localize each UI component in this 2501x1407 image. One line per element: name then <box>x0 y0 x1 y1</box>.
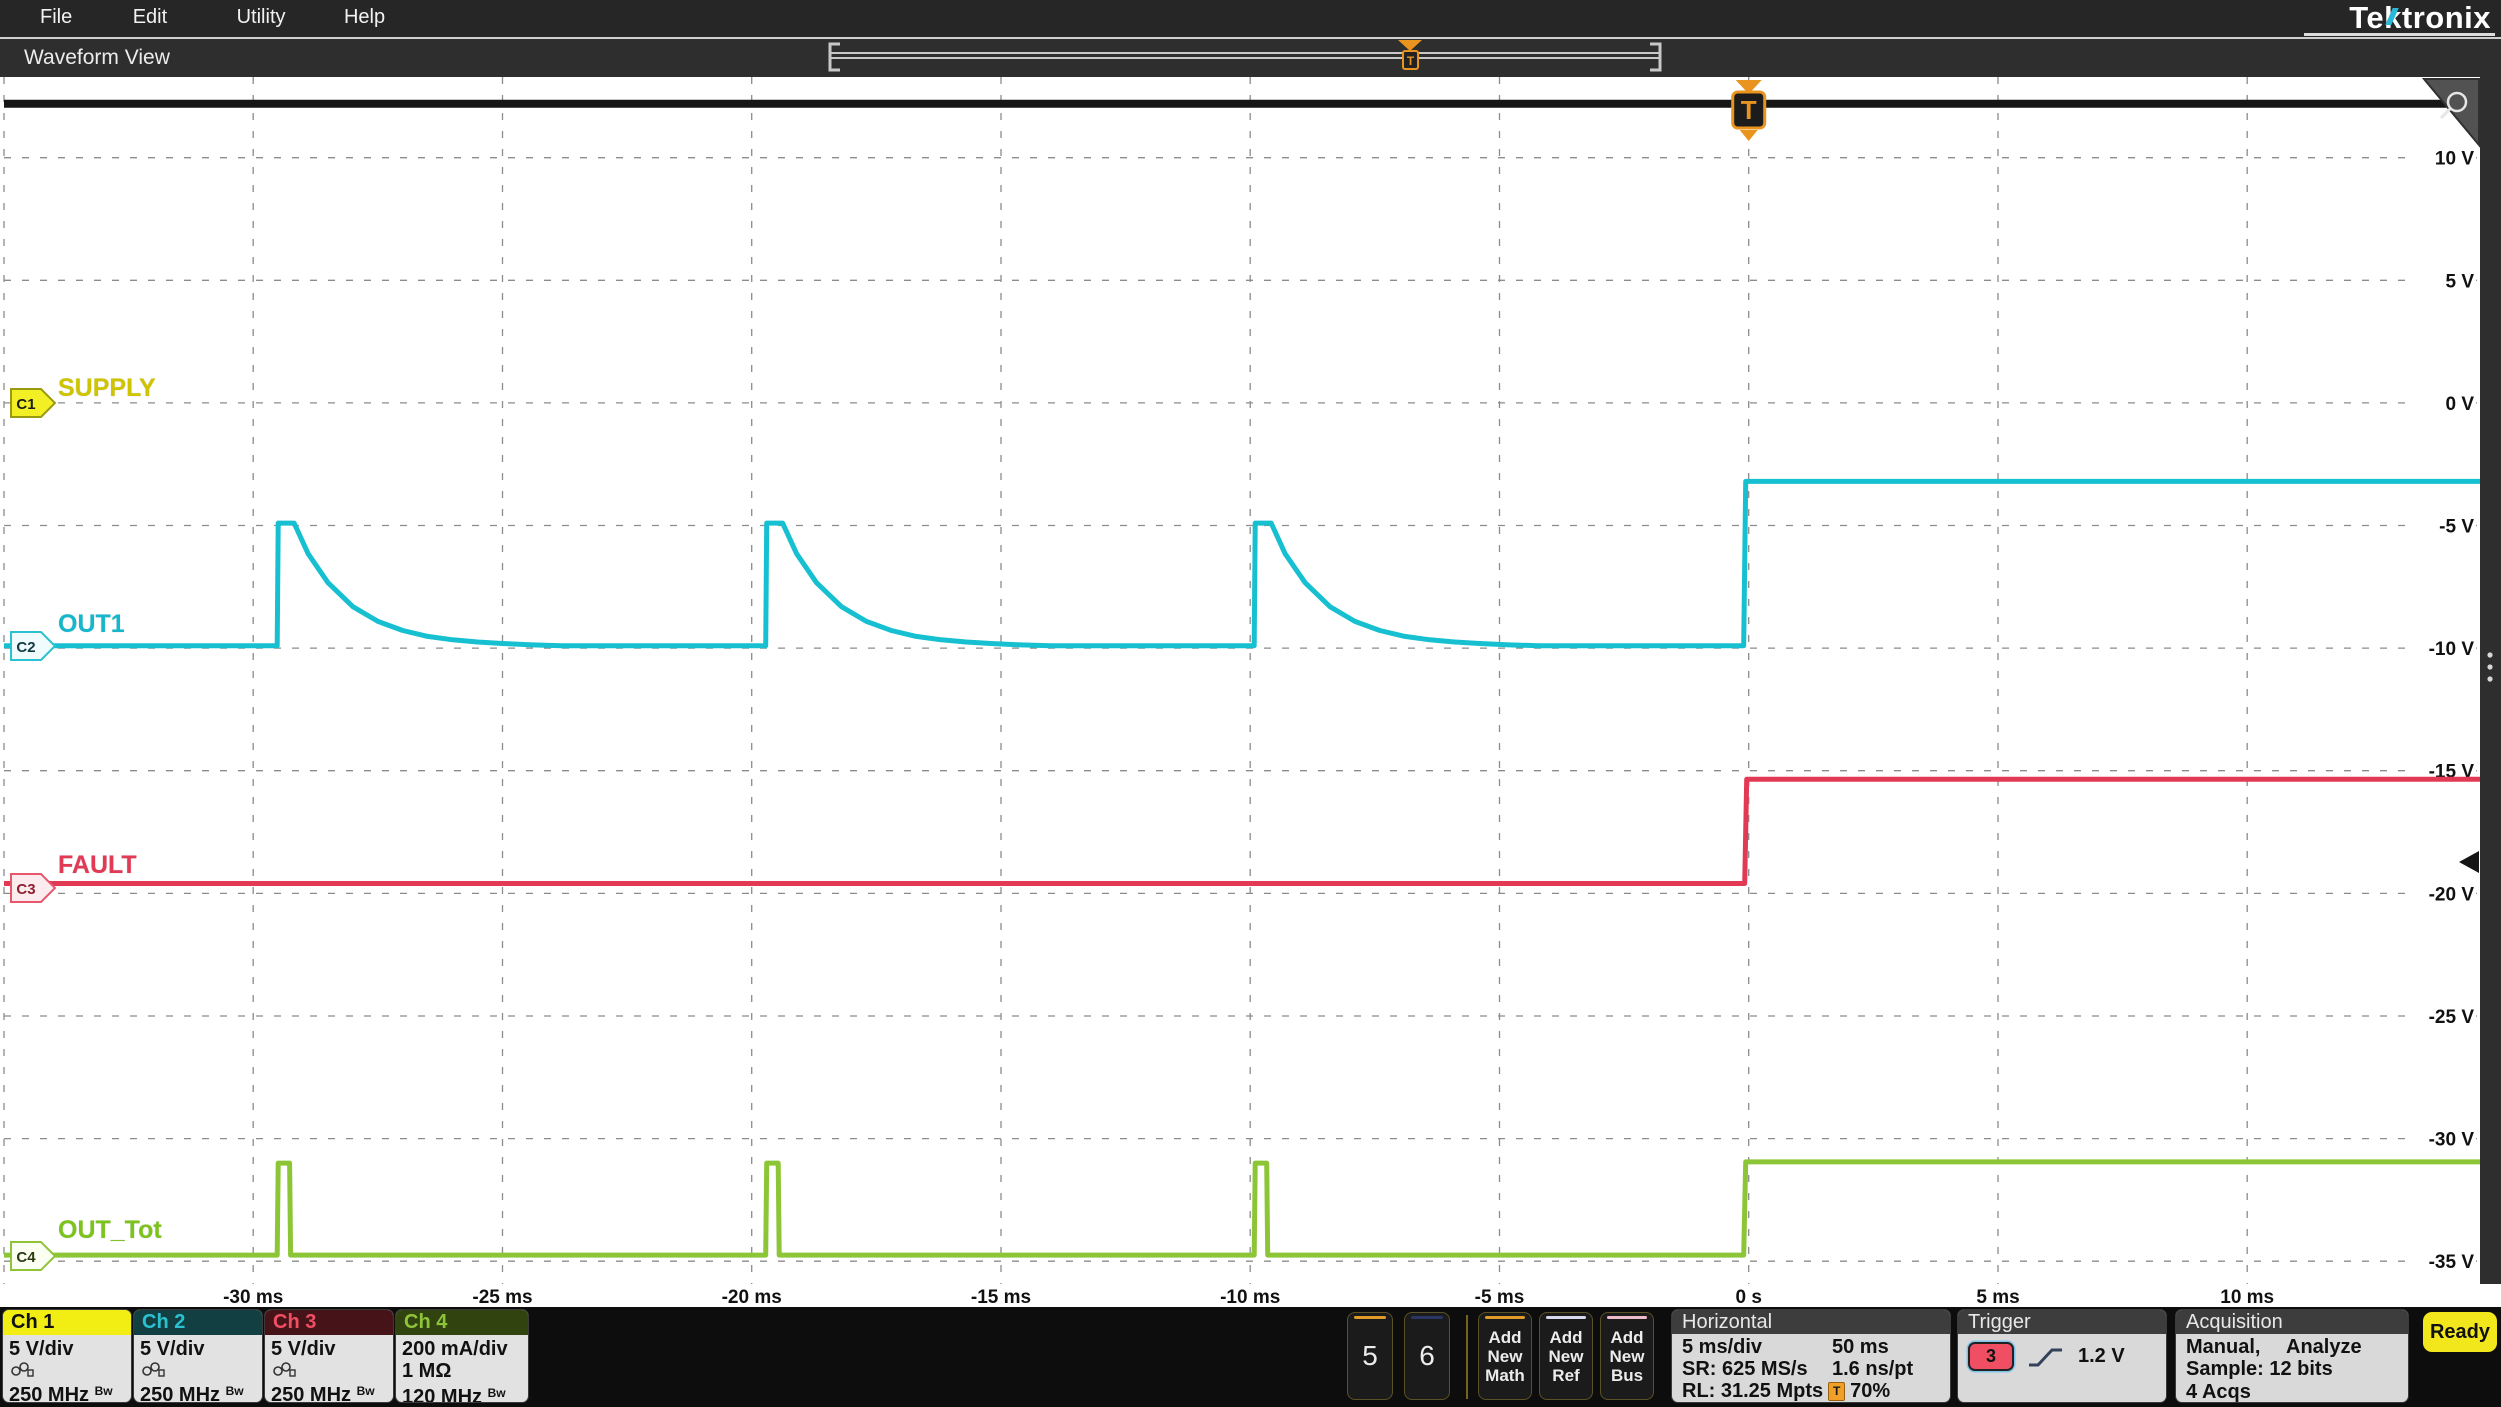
acquisition-panel[interactable]: Acquisition Manual,Analyze Sample: 12 bi… <box>2176 1310 2408 1402</box>
ch2-header: Ch 2 <box>134 1310 262 1335</box>
statusbar-divider <box>1466 1315 1468 1399</box>
add-new-ref-button[interactable]: Add New Ref <box>1539 1312 1593 1400</box>
channel-badge-c1[interactable]: C1 <box>10 388 56 418</box>
oscilloscope-app: File Edit Utility Help Tektronix Wavefor… <box>0 0 2501 1407</box>
svg-text:T: T <box>1407 54 1415 68</box>
acquisition-count: 4 Acqs <box>2186 1381 2398 1402</box>
time-axis-label: -10 ms <box>1220 1287 1280 1307</box>
ch3-scale: 5 V/div <box>271 1338 387 1360</box>
ch4-bandwidth: 120 MHz Bw <box>402 1382 522 1402</box>
right-scrollbar-handle[interactable] <box>2487 652 2492 681</box>
trigger-position-flag[interactable]: T <box>1733 80 1765 141</box>
waveform-plot: -30 ms -25 ms -20 ms -15 ms -10 ms -5 ms 0 s 5 … <box>0 77 2501 1307</box>
time-axis-label: 0 s <box>1735 1287 1761 1307</box>
menu-file[interactable]: File <box>40 6 72 29</box>
svg-text:C1: C1 <box>16 396 35 413</box>
rising-edge-icon <box>2028 1344 2064 1370</box>
status-bar: Ch 1 5 V/div 250 MHz Bw Ch 2 5 V/div 250… <box>0 1307 2501 1407</box>
probe-icon <box>140 1361 166 1377</box>
ch4-header: Ch 4 <box>396 1310 528 1335</box>
trigger-source-badge: 3 <box>1968 1342 2014 1371</box>
overview-trigger-marker[interactable]: T <box>1398 40 1422 69</box>
time-axis-label: -5 ms <box>1475 1287 1525 1307</box>
horizontal-panel[interactable]: Horizontal 5 ms/div50 ms SR: 625 MS/s1.6… <box>1672 1310 1950 1402</box>
voltage-axis-labels: 10 V5 V0 V-5 V-10 V-15 V-20 V-25 V-30 V-… <box>2412 146 2476 1274</box>
timeline-overview[interactable]: T <box>0 39 2501 77</box>
voltage-axis-label: -25 V <box>2429 1007 2475 1028</box>
trace-out_tot <box>4 1162 2480 1255</box>
tektronix-logo: Tektronix <box>2349 0 2491 36</box>
trigger-title: Trigger <box>1958 1310 2166 1334</box>
voltage-axis-label: -35 V <box>2429 1252 2475 1273</box>
add-new-bus-button[interactable]: Add New Bus <box>1600 1312 1654 1400</box>
horizontal-title: Horizontal <box>1672 1310 1950 1334</box>
menu-utility[interactable]: Utility <box>237 6 286 29</box>
channel-card-ch3[interactable]: Ch 3 5 V/div 250 MHz Bw <box>265 1310 393 1402</box>
voltage-axis-label: -20 V <box>2429 884 2475 905</box>
probe-icon <box>9 1361 35 1377</box>
channel-badge-c2[interactable]: C2 <box>10 631 56 661</box>
add-new-math-button[interactable]: Add New Math <box>1478 1312 1532 1400</box>
trace-fault <box>4 779 2480 883</box>
trace-label-out-tot: OUT_Tot <box>58 1216 162 1245</box>
channel-badge-c4[interactable]: C4 <box>10 1241 56 1271</box>
voltage-axis-label: 0 V <box>2445 394 2474 415</box>
trigger-position-mini-icon: T <box>1828 1382 1845 1401</box>
menu-bar: File Edit Utility Help Tektronix <box>0 0 2501 37</box>
trace-label-fault: FAULT <box>58 851 137 880</box>
ch2-bandwidth: 250 MHz Bw <box>140 1380 256 1402</box>
acquisition-sample: Sample: 12 bits <box>2186 1358 2398 1381</box>
acquisition-title: Acquisition <box>2176 1310 2408 1334</box>
trigger-panel[interactable]: Trigger 3 1.2 V <box>1958 1310 2166 1402</box>
ch3-header: Ch 3 <box>265 1310 393 1335</box>
tab-strip: Waveform View T <box>0 37 2501 77</box>
ch3-bandwidth: 250 MHz Bw <box>271 1380 387 1402</box>
channel-badge-c3[interactable]: C3 <box>10 873 56 903</box>
trace-label-out1: OUT1 <box>58 610 125 639</box>
ch2-scale: 5 V/div <box>140 1338 256 1360</box>
time-axis-label: -25 ms <box>472 1287 532 1307</box>
ready-status-badge: Ready <box>2423 1312 2497 1352</box>
trace-label-supply: SUPPLY <box>58 374 156 403</box>
time-axis-label: -15 ms <box>971 1287 1031 1307</box>
voltage-axis-label: 5 V <box>2445 271 2474 292</box>
svg-text:C3: C3 <box>16 881 35 898</box>
ch1-header: Ch 1 <box>3 1310 131 1335</box>
ch1-bandwidth: 250 MHz Bw <box>9 1380 125 1402</box>
time-axis-label: 10 ms <box>2220 1287 2274 1307</box>
ch4-scale: 200 mA/div <box>402 1338 522 1360</box>
svg-text:C4: C4 <box>16 1249 36 1266</box>
svg-text:T: T <box>1741 95 1757 125</box>
gridlines: -30 ms -25 ms -20 ms -15 ms -10 ms -5 ms 0 s 5 … <box>4 77 2480 1307</box>
trigger-level-arrow[interactable] <box>2459 851 2479 873</box>
voltage-axis-label: -30 V <box>2429 1130 2475 1151</box>
zoom-corner-button[interactable] <box>2424 79 2479 145</box>
channel-5-button[interactable]: 5 <box>1347 1312 1393 1400</box>
time-axis-label: -20 ms <box>722 1287 782 1307</box>
menu-edit[interactable]: Edit <box>133 6 167 29</box>
channel-card-ch1[interactable]: Ch 1 5 V/div 250 MHz Bw <box>3 1310 131 1402</box>
ch1-scale: 5 V/div <box>9 1338 125 1360</box>
channel-card-ch4[interactable]: Ch 4 200 mA/div 1 MΩ 120 MHz Bw <box>396 1310 528 1402</box>
trigger-level: 1.2 V <box>2078 1345 2125 1368</box>
voltage-axis-label: 10 V <box>2435 149 2474 170</box>
voltage-axis-label: -10 V <box>2429 639 2475 660</box>
voltage-axis-label: -5 V <box>2439 517 2474 538</box>
menu-help[interactable]: Help <box>344 6 385 29</box>
time-axis-label: 5 ms <box>1976 1287 2019 1307</box>
probe-icon <box>271 1361 297 1377</box>
svg-text:C2: C2 <box>16 639 35 656</box>
trace-out1 <box>4 481 2480 645</box>
time-axis-label: -30 ms <box>223 1287 283 1307</box>
channel-card-ch2[interactable]: Ch 2 5 V/div 250 MHz Bw <box>134 1310 262 1402</box>
channel-6-button[interactable]: 6 <box>1404 1312 1450 1400</box>
ch4-impedance: 1 MΩ <box>402 1360 522 1382</box>
